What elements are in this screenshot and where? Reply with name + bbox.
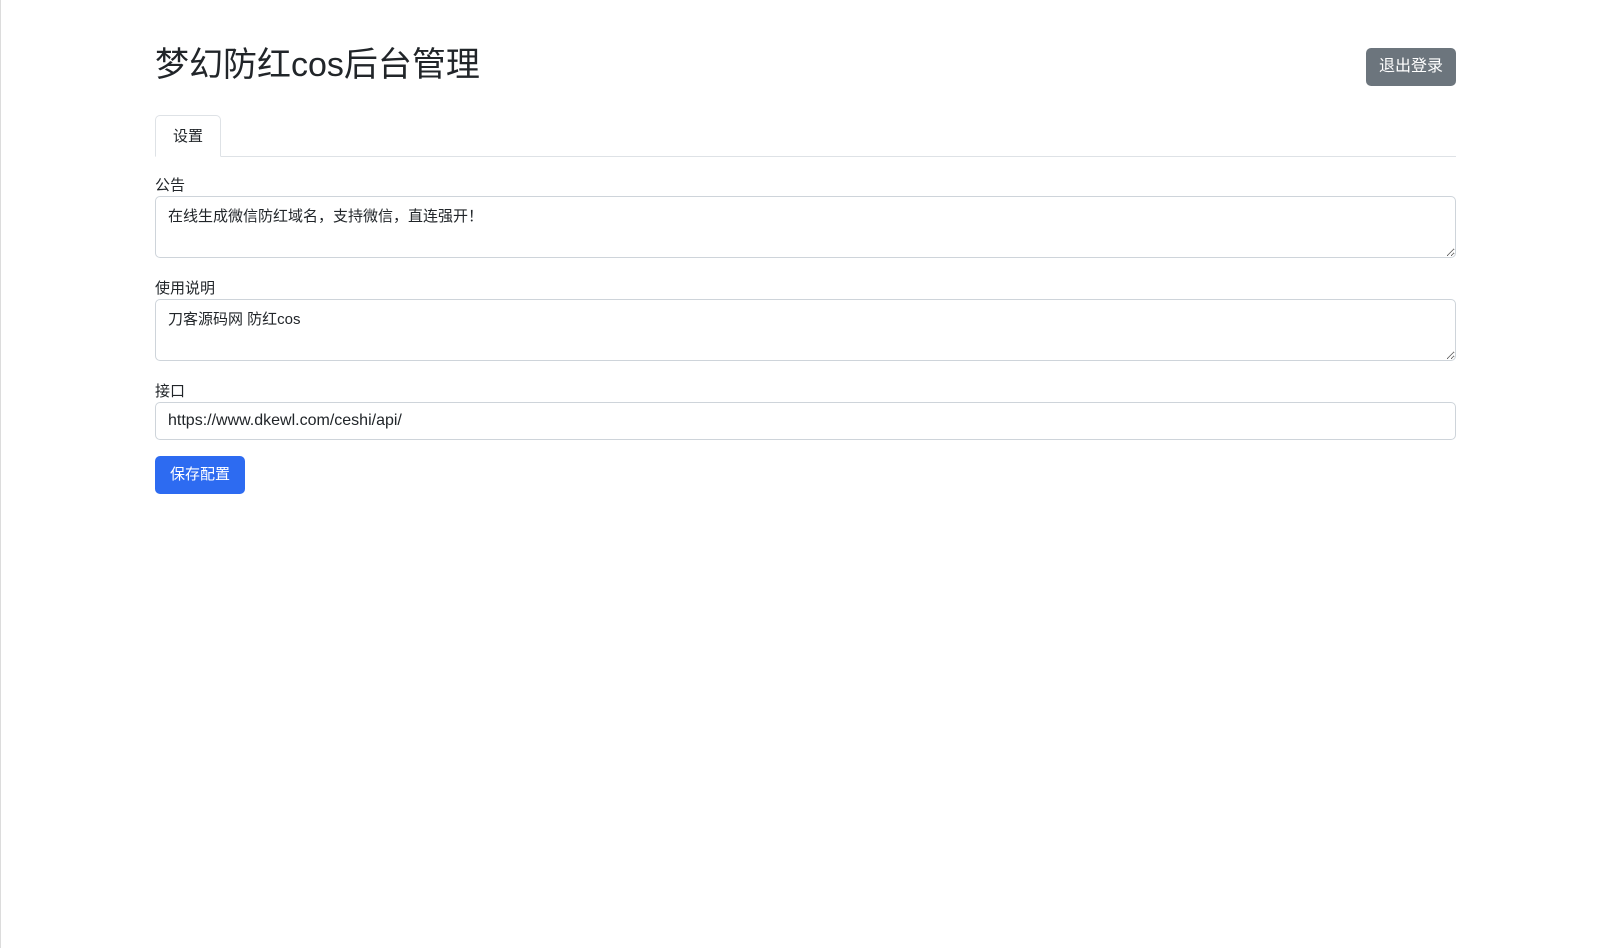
notice-textarea[interactable]: 在线生成微信防红域名，支持微信，直连强开！ [155, 196, 1456, 258]
save-config-button[interactable]: 保存配置 [155, 456, 245, 494]
instructions-textarea[interactable]: 刀客源码网 防红cos [155, 299, 1456, 361]
logout-button[interactable]: 退出登录 [1366, 48, 1456, 86]
tab-settings[interactable]: 设置 [155, 115, 221, 157]
instructions-group: 使用说明 刀客源码网 防红cos [155, 279, 1456, 361]
page-left-edge [0, 0, 1, 948]
settings-form: 公告 在线生成微信防红域名，支持微信，直连强开！ 使用说明 刀客源码网 防红co… [155, 176, 1456, 494]
instructions-label: 使用说明 [155, 280, 216, 297]
page-header: 梦幻防红cos后台管理 退出登录 [155, 0, 1456, 110]
tab-bar: 设置 [155, 114, 1456, 157]
api-group: 接口 [155, 382, 1456, 440]
api-label: 接口 [155, 383, 186, 400]
page-title: 梦幻防红cos后台管理 [155, 46, 480, 84]
notice-group: 公告 在线生成微信防红域名，支持微信，直连强开！ [155, 176, 1456, 258]
notice-label: 公告 [155, 177, 186, 194]
main-container: 梦幻防红cos后台管理 退出登录 设置 公告 在线生成微信防红域名，支持微信，直… [155, 0, 1456, 494]
api-input[interactable] [155, 402, 1456, 440]
